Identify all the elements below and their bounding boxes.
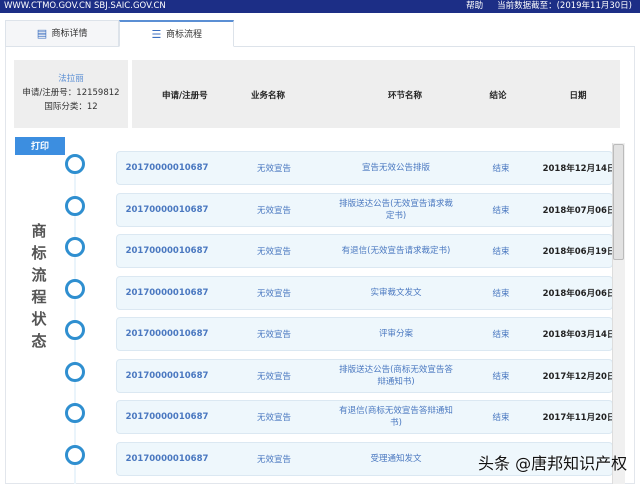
business-name: 无效宣告 [256, 330, 292, 340]
col-biz: 业务名称 [250, 91, 286, 101]
timeline-node [65, 237, 85, 257]
tab-label: 商标流程 [165, 30, 202, 40]
timeline-node [65, 361, 85, 382]
timeline-node [65, 195, 85, 216]
trademark-name[interactable]: 法拉丽 [14, 72, 128, 86]
timeline-node [65, 444, 85, 465]
intl-class: 国际分类：12 [44, 102, 98, 112]
step-name: 受理通知发文 [370, 453, 422, 464]
reg-number[interactable]: 20170000010687 [126, 371, 209, 381]
table-row: 20170000010687 无效宣告 有退信(商标无效宣告答辩通知书) 结束 … [116, 400, 616, 434]
date: 2018年06月19日 [542, 247, 616, 257]
business-name: 无效宣告 [256, 247, 292, 257]
reg-number[interactable]: 20170000010687 [126, 329, 209, 339]
timeline-node [65, 278, 85, 299]
tab-trademark-details[interactable]: ▤ 商标详情 [5, 20, 119, 47]
timeline-node [65, 154, 85, 174]
col-date: 日期 [569, 91, 587, 101]
step-name: 宣告无效公告排版 [361, 163, 430, 173]
result: 结束 [492, 371, 510, 382]
timeline-node [65, 403, 85, 423]
trademark-info: 法拉丽 申请/注册号：12159812 国际分类：12 [14, 60, 128, 128]
help-link[interactable]: 帮助 [466, 1, 483, 11]
step-name: 评审分案 [378, 329, 413, 339]
business-name: 无效宣告 [256, 288, 292, 299]
print-button[interactable]: 打印 [15, 137, 65, 155]
col-reg: 申请/注册号 [162, 91, 208, 101]
reg-number[interactable]: 20170000010687 [126, 205, 209, 215]
step-name: 有退信(商标无效宣告答辩通知书) [339, 406, 453, 428]
top-bar: WWW.CTMO.GOV.CN SBJ.SAIC.GOV.CN 帮助 当前数据截至… [0, 0, 640, 13]
business-name: 无效宣告 [256, 164, 292, 174]
table-header: 申请/注册号 业务名称 环节名称 结论 日期 [132, 60, 620, 128]
table-row: 20170000010687 无效宣告 评审分案 结束 2018年03月14日 [116, 317, 616, 351]
tab-trademark-process[interactable]: ☰ 商标流程 [119, 20, 234, 47]
reg-no: 申请/注册号：12159812 [22, 88, 120, 98]
date: 2017年12月20日 [542, 371, 616, 382]
reg-number[interactable]: 20170000010687 [126, 246, 209, 256]
table-row: 20170000010687 无效宣告 实审裁文发文 结束 2018年06月06… [116, 275, 616, 310]
date: 2018年12月14日 [542, 164, 616, 174]
scrollbar-thumb[interactable] [613, 144, 624, 260]
timeline-node [65, 320, 85, 340]
date: 2018年07月06日 [542, 205, 616, 216]
result: 结束 [492, 413, 510, 423]
site-urls: WWW.CTMO.GOV.CN SBJ.SAIC.GOV.CN [4, 1, 166, 11]
col-result: 结论 [489, 91, 507, 101]
step-name: 排版送达公告(无效宣告请求裁定书) [339, 198, 453, 221]
step-name: 排版送达公告(商标无效宣告答辩通知书) [339, 364, 453, 387]
watermark: 头条 @唐邦知识产权 [478, 454, 628, 473]
step-name: 有退信(无效宣告请求裁定书) [341, 246, 451, 256]
table-row: 20170000010687 无效宣告 排版送达公告(无效宣告请求裁定书) 结束… [116, 192, 616, 227]
reg-number[interactable]: 20170000010687 [126, 412, 209, 422]
result: 结束 [492, 164, 510, 174]
business-name: 无效宣告 [256, 454, 292, 465]
business-name: 无效宣告 [256, 371, 292, 382]
tab-label: 商标详情 [51, 29, 88, 39]
date: 2017年11月20日 [542, 413, 616, 423]
table-row: 20170000010687 无效宣告 排版送达公告(商标无效宣告答辩通知书) … [116, 358, 616, 393]
reg-number[interactable]: 20170000010687 [126, 454, 209, 464]
step-name: 实审裁文发文 [370, 287, 422, 298]
list-icon: ☰ [151, 28, 162, 41]
date: 2018年06月06日 [542, 288, 616, 299]
side-label: 商标流程状态 [31, 222, 47, 350]
reg-number[interactable]: 20170000010687 [126, 288, 209, 298]
document-icon: ▤ [36, 27, 48, 40]
date: 2018年03月14日 [542, 330, 616, 340]
col-step: 环节名称 [387, 91, 423, 101]
result: 结束 [492, 247, 510, 257]
result: 结束 [492, 330, 510, 340]
business-name: 无效宣告 [256, 413, 292, 423]
data-date: 当前数据截至：(2019年11月30日) [497, 1, 632, 11]
result: 结束 [492, 205, 510, 216]
reg-number[interactable]: 20170000010687 [126, 163, 209, 173]
business-name: 无效宣告 [256, 205, 292, 216]
table-row: 20170000010687 无效宣告 有退信(无效宣告请求裁定书) 结束 20… [116, 234, 616, 268]
tab-bar: ▤ 商标详情 ☰ 商标流程 [5, 20, 635, 47]
result: 结束 [492, 288, 510, 299]
table-row: 20170000010687 无效宣告 宣告无效公告排版 结束 2018年12月… [116, 151, 616, 185]
